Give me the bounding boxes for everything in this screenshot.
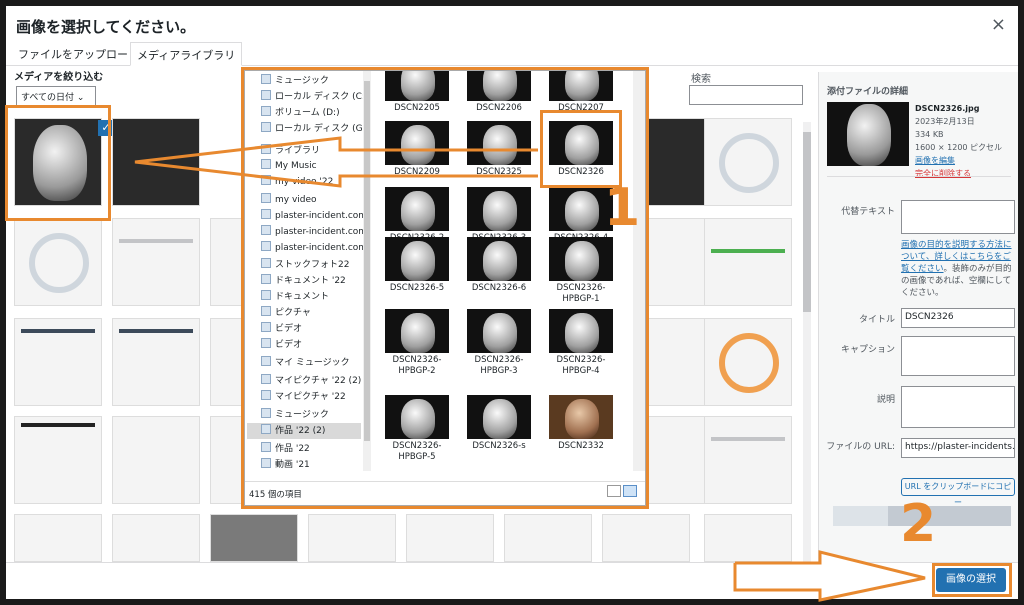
annotation-number-1: 1 (604, 178, 641, 238)
arrow-to-thumb (134, 136, 538, 188)
select-image-button[interactable]: 画像の選択 (936, 568, 1006, 592)
annotation-arrows (134, 136, 926, 602)
arrow-to-select-button (733, 550, 926, 602)
annotation-number-2: 2 (900, 494, 937, 554)
